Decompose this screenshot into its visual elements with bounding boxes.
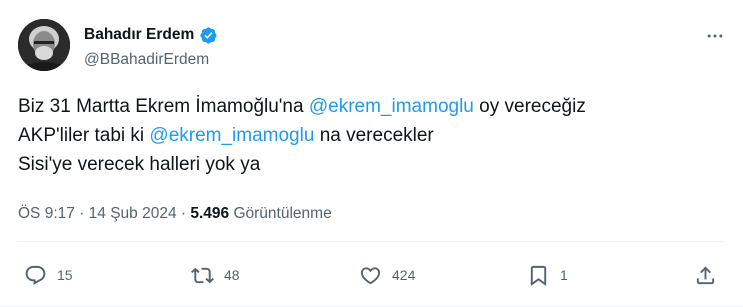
- repost-button[interactable]: 48: [191, 261, 240, 289]
- repost-icon: [191, 267, 214, 283]
- author-name-row: Bahadır Erdem: [84, 25, 218, 45]
- bookmark-button[interactable]: 1: [527, 261, 568, 289]
- mention-link[interactable]: @ekrem_imamoglu: [149, 125, 314, 146]
- views-label: Görüntülenme: [233, 205, 332, 222]
- verified-badge-icon: [199, 26, 218, 45]
- tweet-text-segment: AKP'liler tabi ki: [18, 125, 150, 146]
- tweet-text-line-3: Sisi'ye verecek halleri yok ya: [18, 154, 261, 175]
- like-icon: [360, 266, 381, 284]
- tweet-text: Biz 31 Martta Ekrem İmamoğlu'na @ekrem_i…: [18, 92, 586, 179]
- avatar-image: [18, 19, 70, 71]
- views-count: 5.496: [190, 205, 230, 222]
- reply-count: 15: [57, 267, 73, 283]
- tweet-time[interactable]: ÖS 9:17: [18, 205, 75, 222]
- tweet-text-segment: na verecekler: [314, 125, 434, 146]
- more-options-button[interactable]: [703, 26, 727, 46]
- author-handle[interactable]: @BBahadirErdem: [84, 50, 209, 70]
- like-count: 424: [392, 267, 416, 283]
- tweet-date[interactable]: 14 Şub 2024: [89, 205, 177, 222]
- bookmark-count: 1: [560, 267, 568, 283]
- reply-icon: [25, 265, 46, 285]
- repost-count: 48: [224, 267, 240, 283]
- like-button[interactable]: 424: [359, 261, 415, 289]
- tweet-text-line-2: AKP'liler tabi ki @ekrem_imamoglu na ver…: [18, 121, 586, 150]
- tweet-card: Bahadır Erdem @BBahadirErdem Biz 31 Mart…: [0, 0, 743, 307]
- reply-button[interactable]: 15: [24, 261, 73, 289]
- tweet-text-segment: Biz 31 Martta Ekrem İmamoğlu'na: [18, 96, 309, 117]
- tweet-meta: ÖS 9:17 · 14 Şub 2024 · 5.496 Görüntülen…: [18, 204, 332, 224]
- divider: [18, 241, 725, 242]
- tweet-text-line-1: Biz 31 Martta Ekrem İmamoğlu'na @ekrem_i…: [18, 92, 586, 121]
- share-button[interactable]: [694, 261, 717, 289]
- mention-link[interactable]: @ekrem_imamoglu: [309, 96, 474, 117]
- author-display-name[interactable]: Bahadır Erdem: [84, 25, 194, 45]
- meta-separator: ·: [180, 205, 191, 222]
- share-icon: [696, 265, 715, 284]
- more-icon: [707, 34, 723, 38]
- tweet-text-segment: oy vereceğiz: [473, 96, 586, 117]
- bookmark-icon: [530, 265, 547, 286]
- meta-separator: ·: [79, 205, 89, 222]
- avatar[interactable]: [18, 19, 70, 71]
